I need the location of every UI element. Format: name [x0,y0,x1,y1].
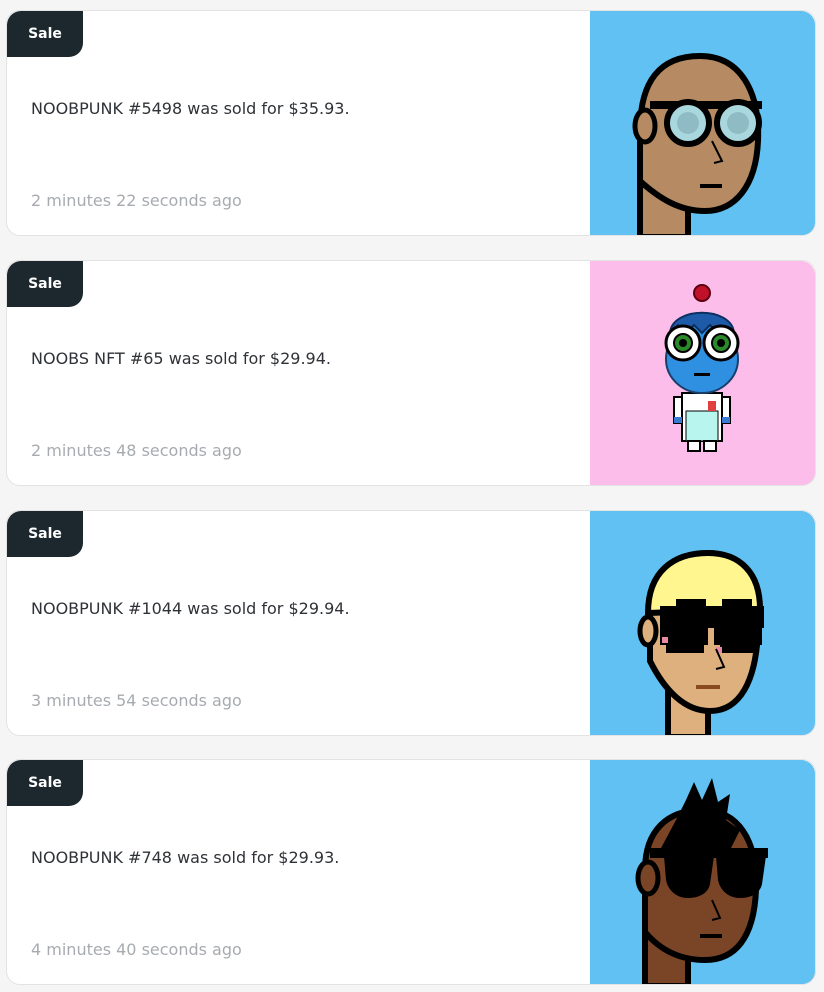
noobpunk-avatar-icon [590,760,815,984]
sale-badge: Sale [7,511,83,557]
sale-badge: Sale [7,261,83,307]
sale-timestamp: 2 minutes 48 seconds ago [31,441,242,460]
sale-card[interactable]: Sale NOOBPUNK #5498 was sold for $35.93.… [6,10,816,236]
sales-feed: Sale NOOBPUNK #5498 was sold for $35.93.… [0,0,824,992]
sale-card[interactable]: Sale NOOBS NFT #65 was sold for $29.94. … [6,260,816,486]
sale-card[interactable]: Sale NOOBPUNK #1044 was sold for $29.94.… [6,510,816,736]
sale-timestamp: 4 minutes 40 seconds ago [31,940,242,959]
sale-message: NOOBPUNK #748 was sold for $29.93. [31,848,340,867]
sale-message: NOOBS NFT #65 was sold for $29.94. [31,349,331,368]
sale-card[interactable]: Sale NOOBPUNK #748 was sold for $29.93. … [6,759,816,985]
sale-badge: Sale [7,760,83,806]
nft-thumbnail[interactable] [590,261,815,485]
sale-message: NOOBPUNK #1044 was sold for $29.94. [31,599,350,618]
sale-timestamp: 3 minutes 54 seconds ago [31,691,242,710]
noobpunk-avatar-icon [590,11,815,235]
nft-thumbnail[interactable] [590,511,815,735]
noobs-character-icon [590,261,815,485]
noobpunk-avatar-icon [590,511,815,735]
sale-message: NOOBPUNK #5498 was sold for $35.93. [31,99,350,118]
sale-timestamp: 2 minutes 22 seconds ago [31,191,242,210]
sale-badge: Sale [7,11,83,57]
nft-thumbnail[interactable] [590,760,815,984]
nft-thumbnail[interactable] [590,11,815,235]
